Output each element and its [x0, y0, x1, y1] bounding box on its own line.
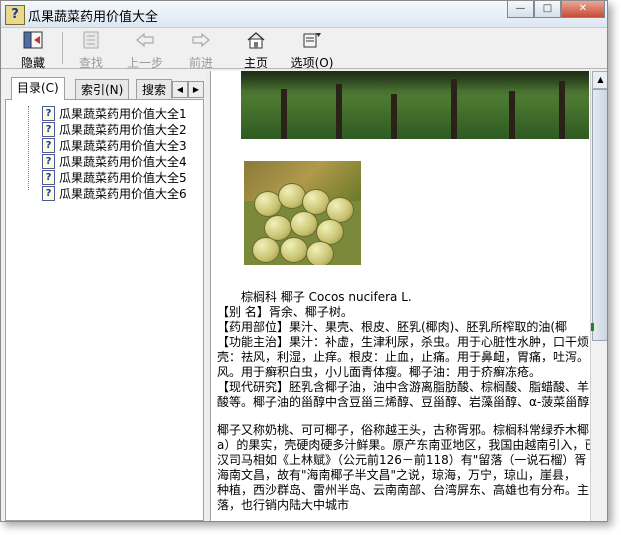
- tree-item-label: 瓜果蔬菜药用价值大全6: [59, 186, 187, 201]
- tab-contents[interactable]: 目录(C): [11, 77, 65, 100]
- hide-button[interactable]: 隐藏: [8, 30, 58, 70]
- home-label: 主页: [243, 56, 268, 70]
- help-page-icon: ?: [42, 153, 55, 169]
- find-icon: [83, 31, 99, 49]
- toolbar-separator: [62, 32, 63, 64]
- forward-button[interactable]: 前进: [176, 30, 226, 70]
- tree-item-label: 瓜果蔬菜药用价值大全2: [59, 122, 187, 137]
- scroll-up-button[interactable]: ▲: [592, 71, 607, 89]
- nav-tabs: 目录(C) 索引(N) 搜索 ◀ ▶: [5, 77, 204, 100]
- options-button[interactable]: 选项(O): [284, 30, 340, 70]
- forward-label: 前进: [188, 56, 213, 70]
- toolbar: 隐藏 查找 上一步 前进 主页 选项(O): [1, 28, 607, 70]
- contents-tree: ? 瓜果蔬菜药用价值大全1 ? 瓜果蔬菜药用价值大全2 ? 瓜果蔬菜药用价值大全…: [5, 99, 204, 521]
- tab-scroll-right-button[interactable]: ▶: [188, 81, 204, 98]
- help-book-icon: ?: [5, 5, 25, 25]
- find-label: 查找: [78, 56, 103, 70]
- tree-item[interactable]: ? 瓜果蔬菜药用价值大全2: [42, 121, 187, 137]
- coconut-grove-photo: [241, 71, 589, 139]
- back-arrow-icon: [136, 32, 154, 48]
- tree-item-label: 瓜果蔬菜药用价值大全4: [59, 154, 187, 169]
- close-button[interactable]: ✕: [561, 1, 605, 18]
- tree-item[interactable]: ? 瓜果蔬菜药用价值大全6: [42, 185, 187, 201]
- tree-item-label: 瓜果蔬菜药用价值大全3: [59, 138, 187, 153]
- help-page-icon: ?: [42, 121, 55, 137]
- home-icon: [247, 32, 265, 49]
- tab-search[interactable]: 搜索: [136, 79, 173, 99]
- content-scrollbar[interactable]: ▲: [590, 71, 607, 521]
- home-button[interactable]: 主页: [231, 30, 281, 70]
- text-line: 落，也行销内陆大中城市: [217, 498, 350, 512]
- coconut-fruit-photo: [244, 161, 361, 265]
- options-label: 选项(O): [290, 56, 334, 70]
- help-page-icon: ?: [42, 185, 55, 201]
- help-page-icon: ?: [42, 105, 55, 121]
- tree-item[interactable]: ? 瓜果蔬菜药用价值大全1: [42, 105, 187, 121]
- hide-pane-icon: [23, 31, 43, 49]
- window-title: 瓜果蔬菜药用价值大全: [28, 10, 159, 25]
- tree-item[interactable]: ? 瓜果蔬菜药用价值大全3: [42, 137, 187, 153]
- hide-label: 隐藏: [20, 56, 45, 70]
- options-icon: [303, 33, 321, 48]
- help-page-icon: ?: [42, 169, 55, 185]
- navigation-pane: 目录(C) 索引(N) 搜索 ◀ ▶ ? 瓜果蔬菜药用价值大全1 ? 瓜果蔬菜药…: [5, 73, 204, 521]
- tree-item[interactable]: ? 瓜果蔬菜药用价值大全5: [42, 169, 187, 185]
- window-controls: — □ ✕: [507, 1, 605, 19]
- tab-scroll-left-button[interactable]: ◀: [172, 81, 188, 98]
- tree-guide-line: [28, 106, 29, 190]
- scroll-thumb[interactable]: [592, 89, 607, 341]
- help-page-icon: ?: [42, 137, 55, 153]
- topic-content: 棕榈科 椰子 Cocos nucifera L. 【别 名】胥余、椰子树。 【药…: [210, 71, 607, 521]
- minimize-button[interactable]: —: [507, 1, 534, 18]
- tab-index[interactable]: 索引(N): [75, 79, 130, 99]
- scroll-grip-icon: [591, 323, 606, 331]
- back-button[interactable]: 上一步: [120, 30, 170, 70]
- maximize-button[interactable]: □: [534, 1, 561, 18]
- tree-item-label: 瓜果蔬菜药用价值大全5: [59, 170, 187, 185]
- back-label: 上一步: [126, 56, 163, 70]
- forward-arrow-icon: [192, 32, 210, 48]
- tree-item[interactable]: ? 瓜果蔬菜药用价值大全4: [42, 153, 187, 169]
- text-line: 酸等。椰子油的甾醇中含豆甾三烯醇、豆甾醇、岩藻甾醇、α-菠菜甾醇: [217, 395, 590, 409]
- title-bar[interactable]: ? 瓜果蔬菜药用价值大全 — □ ✕: [1, 1, 607, 28]
- help-window: ? 瓜果蔬菜药用价值大全 — □ ✕ 隐藏 查找 上一步 前进 主页 选项(O)…: [0, 0, 608, 522]
- tree-item-label: 瓜果蔬菜药用价值大全1: [59, 106, 187, 121]
- find-button[interactable]: 查找: [66, 30, 116, 70]
